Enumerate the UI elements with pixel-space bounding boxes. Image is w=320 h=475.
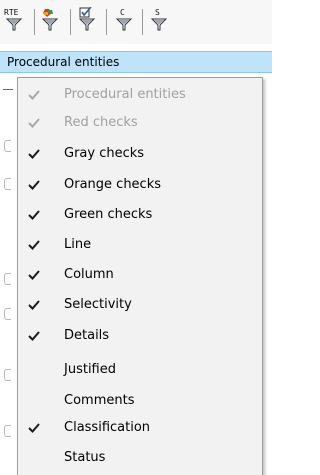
menu-item-status[interactable]: Status bbox=[18, 445, 262, 473]
tree-node-bracket bbox=[4, 178, 11, 190]
menu-item-green-checks[interactable]: Green checks bbox=[18, 202, 262, 230]
checkmark-icon bbox=[28, 90, 40, 100]
column-header[interactable]: Procedural entities bbox=[0, 51, 272, 73]
tree-node-bracket bbox=[4, 308, 11, 320]
rte-filter-button[interactable]: RTE bbox=[4, 7, 34, 35]
tree-line bbox=[3, 89, 13, 90]
filter-funnel-icon bbox=[5, 18, 23, 31]
c-filter-button[interactable]: C bbox=[114, 7, 144, 35]
menu-item-orange-checks[interactable]: Orange checks bbox=[18, 172, 262, 200]
s-filter-button[interactable]: S bbox=[149, 7, 179, 35]
filter-funnel-icon bbox=[150, 18, 168, 31]
color-filter-button[interactable] bbox=[40, 7, 70, 35]
menu-item-selectivity[interactable]: Selectivity bbox=[18, 292, 262, 320]
menu-item-label: Classification bbox=[64, 420, 151, 435]
menu-item-label: Green checks bbox=[64, 207, 153, 222]
toolbar-separator bbox=[106, 9, 107, 35]
menu-item-classification[interactable]: Classification bbox=[18, 415, 262, 443]
checkmark-icon bbox=[28, 331, 40, 341]
checkmark-icon bbox=[28, 149, 40, 159]
toolbar-separator bbox=[70, 9, 71, 35]
menu-item-label: Justified bbox=[64, 362, 116, 377]
checkmark-icon bbox=[28, 180, 40, 190]
check-filter-button[interactable] bbox=[77, 7, 107, 35]
toolbar-separator bbox=[34, 9, 35, 35]
checkmark-icon bbox=[28, 270, 40, 280]
filter-funnel-icon bbox=[115, 18, 133, 31]
checkmark-icon bbox=[28, 210, 40, 220]
tree-node-bracket bbox=[4, 140, 11, 152]
tree-node-bracket bbox=[4, 425, 11, 437]
check-filter-funnel-icon bbox=[78, 7, 96, 31]
menu-item-label: Column bbox=[64, 267, 114, 282]
tree-node-bracket bbox=[4, 369, 11, 381]
header-title: Procedural entities bbox=[7, 55, 120, 69]
menu-item-label: Details bbox=[64, 328, 110, 343]
menu-item-label: Red checks bbox=[64, 115, 138, 130]
menu-item-red-checks: Red checks bbox=[18, 110, 262, 138]
color-filter-funnel-icon bbox=[41, 9, 59, 31]
menu-item-label: Comments bbox=[64, 393, 135, 408]
menu-item-line[interactable]: Line bbox=[18, 232, 262, 260]
toolbar: RTE C S bbox=[0, 0, 272, 44]
toolbar-separator bbox=[142, 9, 143, 35]
menu-item-label: Procedural entities bbox=[64, 87, 186, 102]
checkmark-icon bbox=[28, 300, 40, 310]
menu-item-label: Line bbox=[64, 237, 92, 252]
menu-item-justified[interactable]: Justified bbox=[18, 357, 262, 385]
menu-item-column[interactable]: Column bbox=[18, 262, 262, 290]
menu-item-details[interactable]: Details bbox=[18, 323, 262, 351]
menu-item-label: Orange checks bbox=[64, 177, 161, 192]
menu-item-label: Selectivity bbox=[64, 297, 132, 312]
menu-item-label: Status bbox=[64, 450, 106, 465]
checkmark-icon bbox=[28, 118, 40, 128]
menu-item-gray-checks[interactable]: Gray checks bbox=[18, 141, 262, 169]
checkmark-icon bbox=[28, 240, 40, 250]
menu-item-label: Gray checks bbox=[64, 146, 145, 161]
tree-node-bracket bbox=[4, 273, 11, 285]
column-visibility-menu: Procedural entities Red checks Gray chec… bbox=[17, 77, 263, 475]
menu-item-procedural-entities: Procedural entities bbox=[18, 82, 262, 110]
menu-item-comments[interactable]: Comments bbox=[18, 388, 262, 416]
checkmark-icon bbox=[28, 423, 40, 433]
